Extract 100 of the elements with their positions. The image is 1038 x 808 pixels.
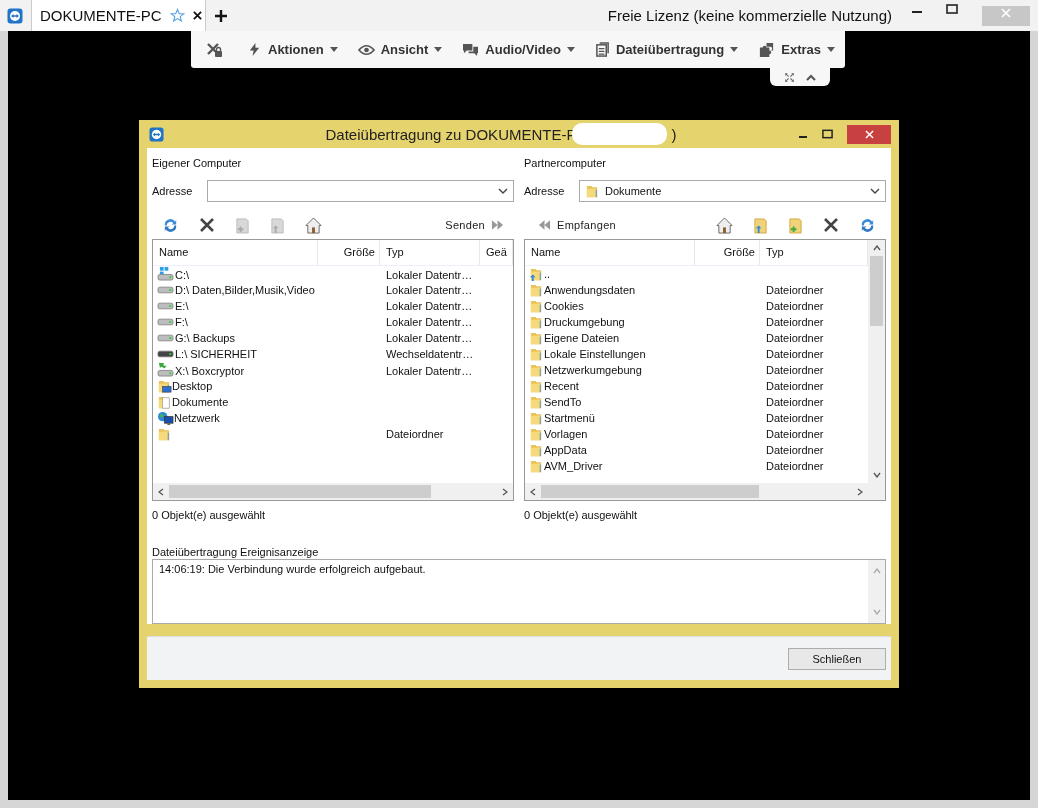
collapse-icon[interactable]: [805, 73, 816, 81]
app-logo-icon[interactable]: [7, 7, 23, 24]
file-name[interactable]: ..: [544, 268, 551, 280]
file-name[interactable]: Netzwerkumgebung: [544, 364, 642, 376]
document-icon[interactable]: [594, 42, 610, 57]
chevron-down-icon[interactable]: [870, 188, 880, 194]
file-type: Dateiordner: [766, 460, 824, 472]
file-name[interactable]: Druckumgebung: [544, 316, 625, 328]
dialog-title-end: ): [671, 125, 677, 143]
address-dropdown[interactable]: Dokumente: [579, 180, 886, 202]
file-name[interactable]: Netzwerk: [174, 412, 220, 424]
scroll-right-icon[interactable]: [502, 487, 508, 496]
caret-icon[interactable]: [329, 47, 338, 52]
folder-icon: [529, 266, 544, 282]
double-arrow-icon[interactable]: [491, 220, 504, 230]
delete-icon[interactable]: [199, 217, 215, 233]
new-folder-icon[interactable]: [788, 216, 803, 234]
column-header[interactable]: Name: [153, 240, 318, 265]
scroll-up-icon[interactable]: [872, 245, 881, 251]
file-name[interactable]: AVM_Driver: [544, 460, 603, 472]
folder-icon: [529, 362, 544, 378]
maximize-icon[interactable]: [822, 129, 833, 139]
scroll-left-icon[interactable]: [158, 487, 164, 496]
file-name[interactable]: G:\ Backups: [175, 332, 235, 344]
caret-icon[interactable]: [566, 47, 575, 52]
column-header[interactable]: Name: [525, 240, 695, 265]
file-name[interactable]: Desktop: [172, 380, 213, 392]
home-icon[interactable]: [716, 216, 733, 234]
chat-icon[interactable]: [462, 42, 480, 57]
refresh-icon[interactable]: [162, 216, 179, 234]
file-name[interactable]: X:\ Boxcryptor: [175, 364, 245, 377]
file-name[interactable]: Vorlagen: [544, 428, 588, 440]
double-arrow-icon[interactable]: [538, 220, 551, 230]
folder-icon: [529, 378, 544, 394]
toolbar-menu-button[interactable]: Dateiübertragung: [584, 31, 749, 68]
file-name[interactable]: Startmenü: [544, 412, 595, 424]
file-name[interactable]: Lokale Einstellungen: [544, 348, 646, 360]
caret-icon[interactable]: [827, 47, 835, 52]
refresh-icon[interactable]: [859, 216, 876, 234]
fullscreen-icon[interactable]: [784, 72, 794, 82]
folder-icon: [157, 426, 172, 442]
maximize-icon[interactable]: [946, 3, 958, 14]
toolbar-menu-button[interactable]: Audio/Video: [452, 31, 585, 68]
puzzle-icon[interactable]: [758, 41, 776, 58]
file-name[interactable]: C:\: [175, 268, 190, 281]
toolbar-menu-button[interactable]: Aktionen: [237, 31, 348, 68]
file-type: Lokaler Datentr…: [386, 268, 473, 281]
toolbar-menu-button[interactable]: Ansicht: [347, 31, 453, 68]
eye-icon[interactable]: [357, 43, 375, 56]
close-icon[interactable]: [192, 11, 202, 20]
scroll-right-icon[interactable]: [857, 487, 863, 496]
scroll-left-icon[interactable]: [530, 487, 536, 496]
file-type: Dateiordner: [766, 444, 824, 456]
file-name[interactable]: Anwendungsdaten: [544, 284, 636, 296]
file-type: Dateiordner: [766, 348, 824, 360]
toolbar-menu-button[interactable]: Extras: [748, 31, 845, 68]
transfer-button[interactable]: Empfangen: [528, 219, 626, 231]
disconnect-icon[interactable]: [205, 40, 223, 59]
vertical-scrollbar[interactable]: [868, 240, 885, 500]
close-button[interactable]: [847, 124, 891, 144]
address-label: Adresse: [524, 185, 566, 197]
home-icon[interactable]: [305, 216, 322, 234]
panel-heading: Partnercomputer: [524, 156, 607, 171]
scroll-down-icon[interactable]: [872, 472, 881, 478]
file-name[interactable]: SendTo: [544, 396, 582, 408]
file-name[interactable]: Dokumente: [172, 396, 229, 408]
close-dialog-button[interactable]: Schließen: [788, 647, 886, 670]
file-name[interactable]: D:\ Daten,Bilder,Musik,Video: [175, 284, 315, 296]
folder-icon: [529, 458, 544, 474]
scrollbar-thumb[interactable]: [870, 256, 883, 326]
chevron-down-icon[interactable]: [498, 188, 508, 194]
scrollbar-thumb[interactable]: [169, 485, 432, 498]
column-header[interactable]: Größe: [318, 240, 380, 265]
folder-icon: [157, 394, 172, 410]
transfer-button[interactable]: Senden: [435, 219, 514, 231]
session-tab[interactable]: DOKUMENTE-PC: [31, 0, 206, 31]
file-name[interactable]: Eigene Dateien: [544, 332, 620, 344]
toolbar-handle[interactable]: [770, 68, 830, 86]
file-name[interactable]: Recent: [544, 380, 579, 392]
parent-folder-icon[interactable]: [753, 216, 768, 234]
file-name[interactable]: F:\: [175, 316, 188, 328]
horizontal-scrollbar[interactable]: [525, 483, 868, 500]
folder-icon: [529, 298, 544, 314]
star-icon[interactable]: [169, 8, 185, 23]
column-header[interactable]: Größe: [695, 240, 760, 265]
folder-icon: [529, 346, 544, 362]
file-name[interactable]: AppData: [544, 444, 587, 456]
delete-icon[interactable]: [823, 217, 839, 233]
scrollbar-thumb[interactable]: [541, 485, 759, 498]
add-tab-icon[interactable]: [215, 9, 227, 22]
caret-icon[interactable]: [434, 47, 443, 52]
horizontal-scrollbar[interactable]: [153, 483, 513, 500]
file-name[interactable]: Cookies: [544, 300, 584, 312]
file-name[interactable]: L:\ SICHERHEIT: [175, 348, 257, 360]
file-name[interactable]: E:\: [175, 300, 189, 312]
column-header[interactable]: Geä: [480, 240, 513, 265]
column-header[interactable]: Typ: [380, 240, 480, 265]
file-type: Dateiordner: [766, 428, 824, 440]
folder-icon: [585, 183, 600, 199]
caret-icon[interactable]: [730, 47, 739, 52]
